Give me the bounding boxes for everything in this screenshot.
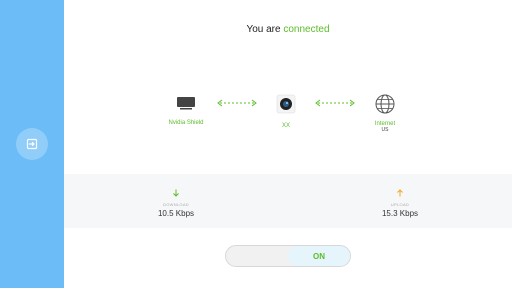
internet-node: Internet US	[345, 93, 425, 133]
arrow-up-icon	[397, 189, 403, 197]
sidebar	[0, 0, 64, 288]
toggle-on-label: ON	[288, 246, 350, 266]
main-panel: You are connected Nvidia Shield XX Inter…	[64, 0, 512, 288]
internet-region: US	[381, 127, 389, 133]
status-prefix: You are	[246, 24, 284, 35]
upload-caption: UPLOAD	[390, 202, 410, 207]
device-node: Nvidia Shield	[146, 95, 226, 126]
vpn-toggle[interactable]: ON	[225, 245, 351, 267]
download-stat: DOWNLOAD 10.5 Kbps	[136, 184, 216, 218]
exit-icon	[26, 138, 38, 150]
download-caption: DOWNLOAD	[163, 202, 189, 207]
tv-icon	[177, 97, 195, 110]
arrow-down-icon	[173, 189, 179, 197]
status-state: connected	[283, 24, 330, 35]
stats-panel: DOWNLOAD 10.5 Kbps UPLOAD 15.3 Kbps	[64, 174, 512, 228]
download-value: 10.5 Kbps	[157, 209, 195, 218]
camera-lens-icon	[276, 94, 296, 114]
upload-stat: UPLOAD 15.3 Kbps	[360, 184, 440, 218]
upload-value: 15.3 Kbps	[381, 209, 419, 218]
server-label: XX	[281, 123, 290, 129]
server-node: XX	[246, 94, 326, 129]
globe-icon	[375, 94, 395, 114]
disconnect-button[interactable]	[16, 128, 48, 160]
device-label: Nvidia Shield	[168, 120, 204, 126]
connection-status: You are connected	[64, 24, 512, 35]
